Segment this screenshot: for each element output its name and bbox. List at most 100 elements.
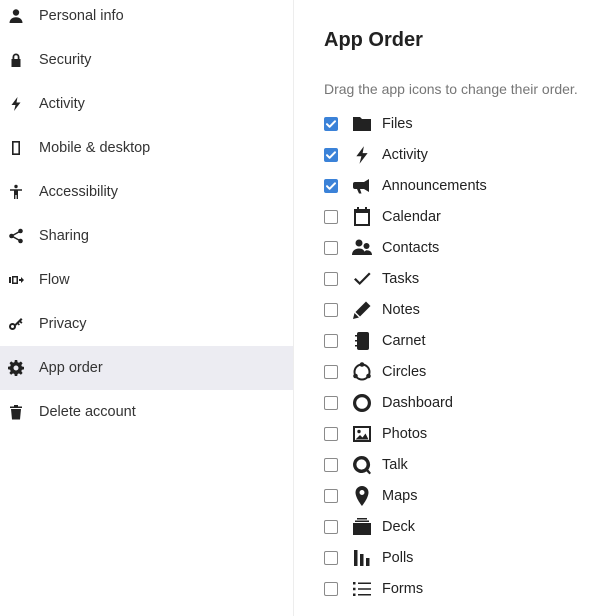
sidebar-item-activity[interactable]: Activity [0, 82, 293, 126]
app-order-item-files[interactable]: Files [324, 108, 594, 139]
person-icon [8, 8, 24, 24]
sidebar-item-label: Privacy [39, 316, 87, 332]
app-order-list: Files Activity Announcements Calendar Contac… [324, 108, 594, 604]
app-label: Calendar [382, 208, 441, 225]
sidebar-item-label: Sharing [39, 228, 89, 244]
app-label: Photos [382, 425, 428, 442]
sidebar-item-label: Flow [39, 272, 70, 288]
app-label: Deck [382, 518, 416, 535]
app-visibility-checkbox[interactable] [324, 334, 338, 348]
app-visibility-checkbox[interactable] [324, 272, 338, 286]
share-icon [8, 228, 24, 244]
sidebar-item-mobile-desktop[interactable]: Mobile & desktop [0, 126, 293, 170]
image-icon[interactable] [352, 424, 372, 444]
talk-icon[interactable] [352, 455, 372, 475]
app-order-item-activity[interactable]: Activity [324, 139, 594, 170]
sidebar-item-personal-info[interactable]: Personal info [0, 0, 293, 38]
sidebar-item-label: Delete account [39, 404, 136, 420]
settings-sidebar: Personal info Security Activity Mobile & de… [0, 0, 294, 616]
sidebar-item-delete-account[interactable]: Delete account [0, 390, 293, 434]
lightning-icon [8, 96, 24, 112]
calendar-icon[interactable] [352, 206, 372, 227]
sidebar-item-label: App order [39, 360, 103, 376]
sidebar-item-app-order[interactable]: App order [0, 346, 293, 390]
sidebar-item-sharing[interactable]: Sharing [0, 214, 293, 258]
phone-icon [8, 140, 24, 156]
app-order-item-maps[interactable]: Maps [324, 480, 594, 511]
megaphone-icon[interactable] [352, 176, 372, 196]
sidebar-item-accessibility[interactable]: Accessibility [0, 170, 293, 214]
app-label: Files [382, 115, 413, 132]
sidebar-item-label: Accessibility [39, 184, 118, 200]
sidebar-item-label: Activity [39, 96, 85, 112]
key-icon [8, 316, 24, 332]
app-visibility-checkbox[interactable] [324, 458, 338, 472]
app-label: Talk [382, 456, 408, 473]
app-order-item-talk[interactable]: Talk [324, 449, 594, 480]
gear-icon [8, 360, 24, 376]
lock-icon [8, 52, 24, 68]
circles-icon[interactable] [352, 361, 372, 382]
sidebar-item-flow[interactable]: Flow [0, 258, 293, 302]
app-label: Maps [382, 487, 418, 504]
app-order-item-polls[interactable]: Polls [324, 542, 594, 573]
sidebar-item-label: Security [39, 52, 92, 68]
app-label: Dashboard [382, 394, 453, 411]
sidebar-item-label: Personal info [39, 8, 124, 24]
pencil-icon[interactable] [352, 300, 372, 320]
app-visibility-checkbox[interactable] [324, 148, 338, 162]
trash-icon [8, 404, 24, 420]
contacts-icon[interactable] [352, 238, 372, 258]
app-visibility-checkbox[interactable] [324, 520, 338, 534]
sidebar-item-security[interactable]: Security [0, 38, 293, 82]
app-label: Polls [382, 549, 414, 566]
map-pin-icon[interactable] [352, 485, 372, 506]
app-order-item-contacts[interactable]: Contacts [324, 232, 594, 263]
app-order-item-tasks[interactable]: Tasks [324, 263, 594, 294]
app-visibility-checkbox[interactable] [324, 427, 338, 441]
sidebar-item-privacy[interactable]: Privacy [0, 302, 293, 346]
app-order-settings-page: Personal info Security Activity Mobile & de… [0, 0, 598, 616]
instructions-text: Drag the app icons to change their order… [324, 81, 578, 97]
app-label: Activity [382, 146, 428, 163]
app-order-item-forms[interactable]: Forms [324, 573, 594, 604]
app-order-item-dashboard[interactable]: Dashboard [324, 387, 594, 418]
accessibility-icon [8, 184, 24, 200]
app-order-item-carnet[interactable]: Carnet [324, 325, 594, 356]
app-visibility-checkbox[interactable] [324, 489, 338, 503]
app-label: Notes [382, 301, 420, 318]
app-visibility-checkbox[interactable] [324, 396, 338, 410]
app-label: Tasks [382, 270, 420, 287]
folder-icon[interactable] [352, 114, 372, 134]
app-visibility-checkbox[interactable] [324, 365, 338, 379]
list-icon[interactable] [352, 579, 372, 599]
checkmark-icon[interactable] [352, 269, 372, 289]
app-visibility-checkbox[interactable] [324, 241, 338, 255]
app-order-item-photos[interactable]: Photos [324, 418, 594, 449]
app-label: Circles [382, 363, 427, 380]
app-visibility-checkbox[interactable] [324, 210, 338, 224]
app-label: Carnet [382, 332, 426, 349]
app-visibility-checkbox[interactable] [324, 303, 338, 317]
app-label: Forms [382, 580, 424, 597]
page-title: App Order [324, 29, 423, 51]
settings-nav-list: Personal info Security Activity Mobile & de… [0, 0, 293, 434]
deck-icon[interactable] [352, 517, 372, 537]
app-label: Contacts [382, 239, 440, 256]
poll-icon[interactable] [352, 548, 372, 568]
app-visibility-checkbox[interactable] [324, 551, 338, 565]
ring-icon[interactable] [352, 393, 372, 413]
app-order-item-notes[interactable]: Notes [324, 294, 594, 325]
flow-icon [8, 272, 24, 288]
app-order-item-circles[interactable]: Circles [324, 356, 594, 387]
sidebar-item-label: Mobile & desktop [39, 140, 151, 156]
app-order-item-deck[interactable]: Deck [324, 511, 594, 542]
app-order-item-announcements[interactable]: Announcements [324, 170, 594, 201]
notebook-icon[interactable] [352, 331, 372, 351]
app-visibility-checkbox[interactable] [324, 582, 338, 596]
app-visibility-checkbox[interactable] [324, 179, 338, 193]
lightning-icon[interactable] [352, 145, 372, 165]
app-label: Announcements [382, 177, 487, 194]
app-visibility-checkbox[interactable] [324, 117, 338, 131]
app-order-item-calendar[interactable]: Calendar [324, 201, 594, 232]
